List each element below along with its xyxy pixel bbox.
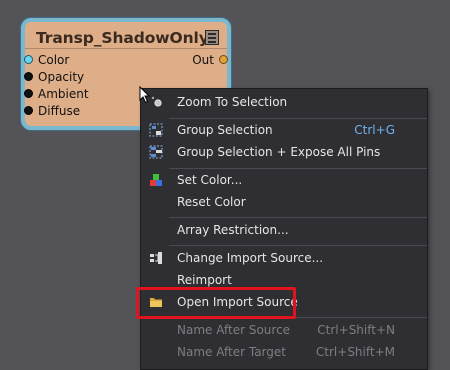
input-pin-label: Diffuse <box>38 104 81 118</box>
menu-item-set-color[interactable]: Set Color... <box>141 169 427 191</box>
menu-item-group-selection[interactable]: Group Selection Ctrl+G <box>141 119 427 141</box>
menu-item-group-selection-expose[interactable]: Group Selection + Expose All Pins <box>141 141 427 163</box>
input-pin-dot[interactable] <box>24 106 33 115</box>
import-source-icon <box>150 252 162 264</box>
input-pin-dot[interactable] <box>24 55 33 64</box>
menu-item-zoom-to-selection[interactable]: Zoom To Selection <box>141 91 427 113</box>
group-icon <box>149 123 163 137</box>
input-pin-label: Ambient <box>38 87 89 101</box>
input-pin-label: Color <box>38 53 70 67</box>
node-title: Transp_ShadowOnly <box>36 29 209 47</box>
input-pin-dot[interactable] <box>24 72 33 81</box>
input-pin-diffuse[interactable]: Diffuse <box>24 103 125 119</box>
input-pin-opacity[interactable]: Opacity <box>24 69 125 85</box>
menu-item-array-restriction[interactable]: Array Restriction... <box>141 219 427 241</box>
shortcut-label: Ctrl+Shift+N <box>317 323 395 337</box>
zoom-icon <box>151 96 162 107</box>
color-icon <box>150 174 162 186</box>
mouse-cursor-icon <box>139 86 151 104</box>
menu-item-reset-color[interactable]: Reset Color <box>141 191 427 213</box>
node-title-divider <box>25 48 227 49</box>
menu-item-name-after-source: Name After Source Ctrl+Shift+N <box>141 319 427 341</box>
menu-separator <box>169 217 427 218</box>
input-pin-ambient[interactable]: Ambient <box>24 86 125 102</box>
input-pin-color[interactable]: Color <box>24 52 125 68</box>
input-pin-label: Opacity <box>38 70 85 84</box>
node-menu-icon[interactable] <box>205 30 219 45</box>
input-pin-dot[interactable] <box>24 89 33 98</box>
menu-separator <box>169 245 427 246</box>
output-pin-out[interactable]: Out <box>167 52 228 68</box>
output-pin-dot[interactable] <box>219 55 228 64</box>
shortcut-label: Ctrl+Shift+M <box>315 345 395 359</box>
group-expose-icon <box>149 145 163 159</box>
highlight-box <box>136 287 296 319</box>
output-pin-label: Out <box>192 53 214 67</box>
shortcut-label: Ctrl+G <box>354 123 395 137</box>
menu-item-change-import-source[interactable]: Change Import Source... <box>141 247 427 269</box>
context-menu: Zoom To Selection Group Selection Ctrl+G… <box>140 88 428 370</box>
menu-item-name-after-target: Name After Target Ctrl+Shift+M <box>141 341 427 363</box>
